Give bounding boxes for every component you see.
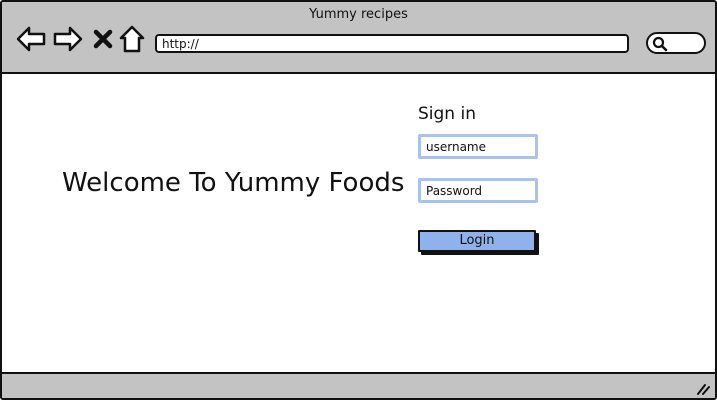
window-title: Yummy recipes	[309, 7, 408, 22]
home-button[interactable]	[117, 24, 147, 54]
stop-button[interactable]	[88, 24, 118, 54]
welcome-heading: Welcome To Yummy Foods	[62, 168, 405, 198]
page-content: Welcome To Yummy Foods Sign in Login	[2, 76, 715, 372]
search-icon	[652, 36, 668, 52]
search-button[interactable]	[646, 32, 706, 54]
login-button[interactable]: Login	[418, 230, 536, 252]
arrow-right-icon	[53, 26, 83, 52]
close-icon	[93, 29, 113, 49]
address-bar[interactable]	[155, 34, 629, 53]
password-field[interactable]	[418, 178, 538, 203]
username-field[interactable]	[418, 134, 538, 159]
title-bar: Yummy recipes	[2, 2, 715, 74]
status-bar	[2, 372, 715, 398]
forward-button[interactable]	[53, 24, 83, 54]
home-icon	[119, 25, 145, 53]
resize-grip-icon[interactable]	[696, 383, 710, 395]
browser-window: Yummy recipes http:// Welcome To Yummy F…	[0, 0, 717, 400]
sign-in-title: Sign in	[418, 104, 476, 124]
arrow-left-icon	[16, 26, 46, 52]
back-button[interactable]	[16, 24, 46, 54]
